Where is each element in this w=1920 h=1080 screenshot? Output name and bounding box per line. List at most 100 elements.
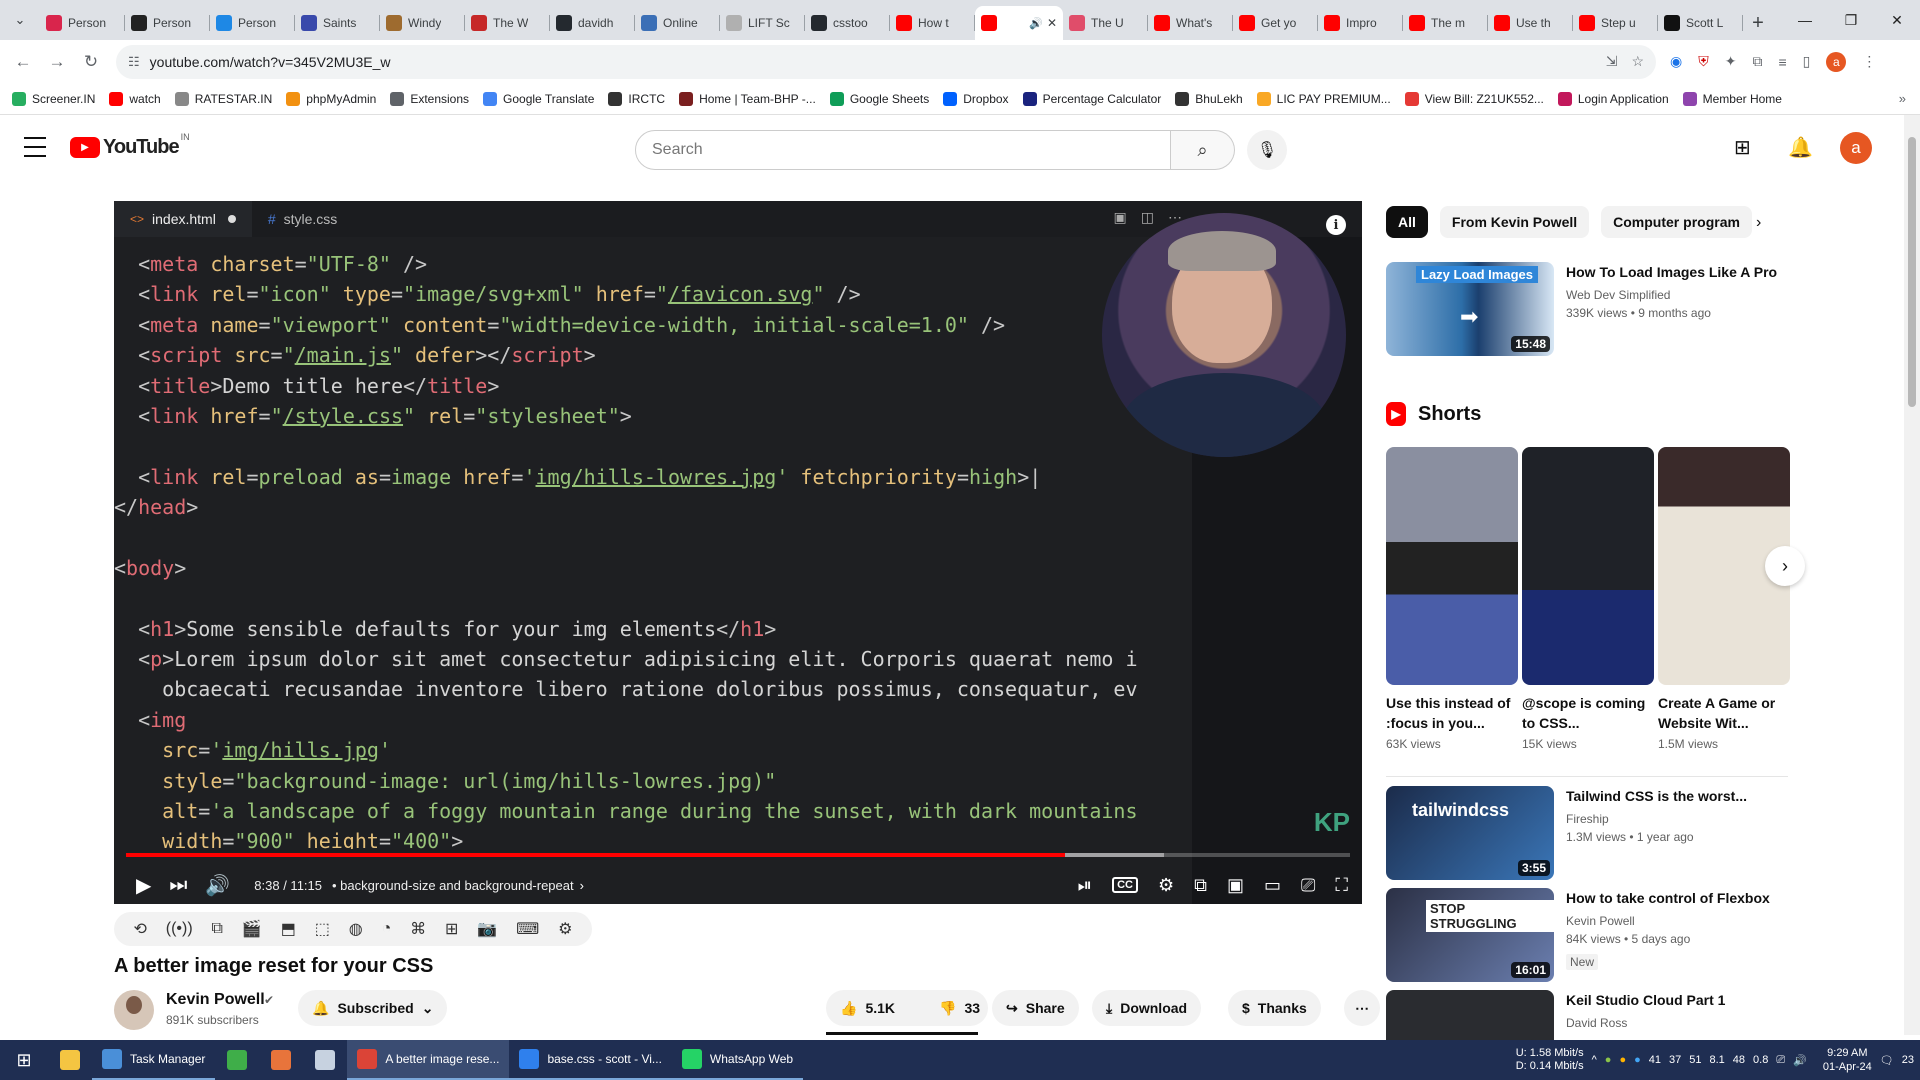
notifications-bell-icon[interactable]: 🔔 (1788, 135, 1813, 160)
bookmark-item[interactable]: Dropbox (943, 91, 1009, 106)
account-avatar[interactable]: a (1840, 132, 1872, 164)
bookmark-item[interactable]: phpMyAdmin (286, 91, 376, 106)
browser-tab[interactable]: Person (40, 6, 125, 40)
search-input[interactable] (635, 130, 1171, 170)
side-panel-icon[interactable]: ▯ (1803, 53, 1811, 70)
bookmark-item[interactable]: LIC PAY PREMIUM... (1256, 91, 1391, 106)
bookmark-item[interactable]: View Bill: Z21UK552... (1404, 91, 1544, 106)
cast-icon[interactable]: ⎚ (1301, 875, 1315, 896)
extension-icon[interactable]: ◉ (1670, 53, 1682, 70)
site-info-icon[interactable]: ☷ (128, 54, 140, 70)
close-window-button[interactable]: ✕ (1874, 0, 1920, 40)
resize-icon[interactable]: ⬒ (281, 919, 296, 939)
taskbar-app[interactable] (215, 1040, 259, 1080)
new-tab-button[interactable]: + (1743, 6, 1773, 40)
browser-tab[interactable]: The W (465, 6, 550, 40)
browser-tab[interactable]: Saints (295, 6, 380, 40)
browser-tab[interactable]: LIFT Sc (720, 6, 805, 40)
bookmark-item[interactable]: Login Application (1557, 91, 1669, 106)
subscribe-button[interactable]: 🔔 Subscribed ⌄ (298, 990, 448, 1026)
taskbar-app[interactable] (259, 1040, 303, 1080)
browser-tab[interactable]: What's (1148, 6, 1233, 40)
frame-icon[interactable]: ⬚ (315, 919, 330, 939)
pip-icon[interactable]: ▣ (1227, 875, 1244, 896)
bookmark-item[interactable]: Percentage Calculator (1022, 91, 1161, 106)
file-explorer-icon[interactable] (48, 1040, 92, 1080)
media-control-icon[interactable]: ≡ (1778, 54, 1786, 70)
network-icon[interactable]: ⎚ (1776, 1054, 1785, 1067)
create-video-icon[interactable]: ⊞ (1734, 135, 1751, 160)
notification-center-icon[interactable]: 🗨 (1880, 1054, 1894, 1067)
youtube-logo[interactable]: ▶ YouTube IN (70, 132, 190, 159)
bookmark-item[interactable]: Google Sheets (829, 91, 929, 106)
browser-tab[interactable]: csstoo (805, 6, 890, 40)
thanks-button[interactable]: $ Thanks (1228, 990, 1321, 1026)
dislike-button[interactable]: 👎 33 (925, 990, 994, 1026)
script-icon[interactable]: ⌘ (410, 919, 426, 939)
bookmark-star-icon[interactable]: ☆ (1631, 53, 1644, 70)
browser-tab[interactable]: davidh (550, 6, 635, 40)
chapter-title[interactable]: • background-size and background-repeat (332, 878, 574, 893)
miniplayer-icon[interactable]: ⧉ (1194, 875, 1207, 896)
extension-icon[interactable]: ✦ (1725, 53, 1737, 70)
cinema-icon[interactable]: ⧉ (212, 920, 223, 938)
chevron-up-icon[interactable]: ^ (1592, 1054, 1597, 1066)
system-clock[interactable]: 9:29 AM 01-Apr-24 (1823, 1046, 1872, 1074)
fullscreen-icon[interactable]: ⛶ (1335, 875, 1348, 896)
voice-search-button[interactable]: 🎙 (1247, 130, 1287, 170)
forward-button[interactable]: → (42, 47, 72, 77)
ublock-icon[interactable]: ⛨ (1698, 53, 1709, 70)
browser-tab[interactable]: Step u (1573, 6, 1658, 40)
kebab-menu-icon[interactable]: ⋮ (1862, 53, 1876, 70)
short-item[interactable]: @scope is coming to CSS... 15K views (1522, 447, 1654, 751)
profile-avatar[interactable]: a (1826, 51, 1847, 72)
tray-app-icon[interactable]: ● (1619, 1054, 1626, 1066)
enhancer-settings-icon[interactable]: ⚙ (558, 919, 572, 939)
browser-tab[interactable]: Online (635, 6, 720, 40)
like-button[interactable]: 👍 5.1K (826, 990, 909, 1026)
share-button[interactable]: ↪ Share (992, 990, 1079, 1026)
loop-icon[interactable]: ⟲ (133, 919, 146, 939)
recommendation-item[interactable]: Lazy Load Images ➡ 15:48 How To Load Ima… (1386, 262, 1786, 356)
install-app-icon[interactable]: ⇲ (1606, 53, 1618, 70)
browser-tab[interactable]: Get yo (1233, 6, 1318, 40)
volume-tray-icon[interactable]: 🔊 (1793, 1054, 1807, 1067)
reload-button[interactable]: ↻ (76, 47, 106, 77)
info-icon[interactable]: i (1326, 215, 1346, 235)
hamburger-menu-icon[interactable] (24, 137, 46, 157)
chip-all[interactable]: All (1386, 206, 1428, 238)
search-button[interactable]: ⌕ (1171, 130, 1235, 170)
tray-app-icon[interactable]: ● (1605, 1054, 1612, 1066)
chapter-chevron-icon[interactable]: › (580, 878, 584, 893)
recommendation-item[interactable]: tailwindcss 3:55 Tailwind CSS is the wor… (1386, 786, 1786, 880)
theater-mode-icon[interactable]: ▭ (1264, 875, 1281, 896)
download-button[interactable]: ⤓ Download (1092, 990, 1202, 1026)
bookmark-item[interactable]: Member Home (1682, 91, 1782, 106)
recommendation-item[interactable]: Keil Studio Cloud Part 1 David Ross (1386, 990, 1786, 1040)
bookmark-item[interactable]: Home | Team-BHP -... (679, 91, 816, 106)
speed-icon[interactable]: ◔ (382, 920, 392, 938)
more-actions-button[interactable]: ⋯ (1344, 990, 1380, 1026)
browser-tab[interactable]: Person (210, 6, 295, 40)
minimize-button[interactable]: — (1782, 0, 1828, 40)
surround-icon[interactable]: ((•)) (166, 920, 193, 938)
recommendation-item[interactable]: STOP STRUGGLING 16:01 How to take contro… (1386, 888, 1786, 982)
windows-start-icon[interactable]: ⊞ (0, 1040, 48, 1080)
chevron-right-icon[interactable]: › (1756, 214, 1761, 232)
autoplay-toggle[interactable]: ⏯ (1078, 875, 1092, 896)
bookmark-item[interactable]: RATESTAR.IN (174, 91, 272, 106)
short-item[interactable]: Create A Game or Website Wit... 1.5M vie… (1658, 447, 1790, 751)
progress-bar[interactable] (126, 853, 1350, 857)
browser-tab[interactable]: The U (1063, 6, 1148, 40)
chip-computer-program[interactable]: Computer program (1601, 206, 1752, 238)
extensions-puzzle-icon[interactable]: ⧉ (1752, 53, 1762, 70)
short-item[interactable]: Use this instead of :focus in you... 63K… (1386, 447, 1518, 751)
browser-tab[interactable]: Use th (1488, 6, 1573, 40)
shorts-next-button[interactable]: › (1765, 546, 1805, 586)
bookmark-item[interactable]: Google Translate (483, 91, 594, 106)
browser-tab[interactable]: The m (1403, 6, 1488, 40)
screenshot-icon[interactable]: 📷 (477, 919, 497, 939)
taskbar-app[interactable] (303, 1040, 347, 1080)
chip-from-channel[interactable]: From Kevin Powell (1439, 206, 1590, 238)
back-button[interactable]: ← (8, 47, 38, 77)
